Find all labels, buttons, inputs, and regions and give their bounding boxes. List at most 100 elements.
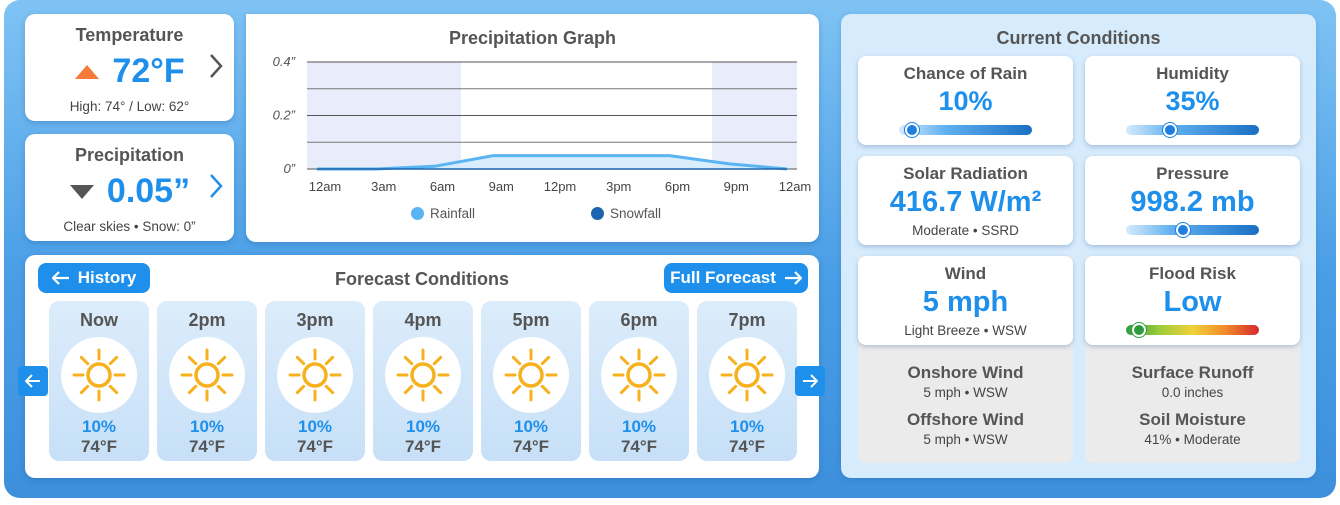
- x-tick-label: 12am: [309, 179, 342, 194]
- current-conditions-title: Current Conditions: [996, 28, 1161, 48]
- x-tick-label: 12am: [779, 179, 812, 194]
- humidity-label: Humidity: [1156, 64, 1229, 83]
- legend-snowfall: Snowfall: [591, 206, 661, 221]
- precipitation-card[interactable]: Precipitation 0.05” Clear skies • Snow: …: [25, 134, 234, 241]
- current-conditions-panel: Current Conditions Chance of Rain 10% Hu…: [841, 14, 1316, 478]
- temperature-value: 72°F: [112, 52, 185, 90]
- onshore-wind-label: Onshore Wind: [907, 363, 1024, 382]
- triangle-up-icon: [75, 64, 100, 79]
- forecast-tile[interactable]: Now 10% 74°F: [49, 301, 149, 461]
- forecast-temperature: 74°F: [296, 437, 334, 456]
- forecast-icon-bg: [601, 337, 677, 413]
- wind-sub: Light Breeze • WSW: [904, 323, 1027, 338]
- full-forecast-button[interactable]: Full Forecast: [664, 263, 808, 293]
- forecast-rain-chance: 10%: [513, 417, 549, 436]
- pressure-label: Pressure: [1156, 164, 1229, 183]
- temperature-row: 72°F: [25, 52, 234, 91]
- forecast-card: History Forecast Conditions Full Forecas…: [25, 255, 819, 478]
- x-tick-label: 12pm: [544, 179, 577, 194]
- solar-radiation-label: Solar Radiation: [903, 164, 1028, 183]
- forecast-tile[interactable]: 5pm 10% 74°F: [481, 301, 581, 461]
- scroll-right-button[interactable]: [795, 366, 825, 396]
- precipitation-row: 0.05”: [25, 172, 234, 211]
- flood-risk-bar: [1126, 323, 1259, 337]
- soil-moisture-value: 41% • Moderate: [1144, 432, 1241, 447]
- x-tick-label: 9pm: [724, 179, 749, 194]
- forecast-icon-bg: [277, 337, 353, 413]
- scroll-left-button[interactable]: [18, 366, 48, 396]
- pressure-slider: [1126, 223, 1259, 237]
- forecast-time: 6pm: [620, 310, 658, 330]
- x-tick-label: 6am: [430, 179, 455, 194]
- forecast-temperature: 74°F: [512, 437, 550, 456]
- forecast-rain-chance: 10%: [189, 417, 225, 436]
- chevron-right-icon[interactable]: [208, 172, 224, 207]
- chance-of-rain-value: 10%: [938, 86, 993, 116]
- flood-risk-value: Low: [1163, 286, 1222, 318]
- slider-knob: [1162, 123, 1177, 137]
- wind-card[interactable]: Wind 5 mph Light Breeze • WSW: [858, 256, 1073, 345]
- forecast-time: 5pm: [512, 310, 550, 330]
- forecast-temperature: 74°F: [404, 437, 442, 456]
- forecast-icon-bg: [493, 337, 569, 413]
- arrow-left-icon: [25, 374, 40, 388]
- sun-icon: [612, 348, 666, 402]
- triangle-down-icon: [69, 184, 94, 199]
- solar-radiation-value: 416.7 W/m²: [889, 186, 1042, 218]
- full-forecast-label: Full Forecast: [670, 268, 776, 287]
- chance-of-rain-card[interactable]: Chance of Rain 10%: [858, 56, 1073, 145]
- forecast-tile[interactable]: 4pm 10% 74°F: [373, 301, 473, 461]
- chance-of-rain-slider: [899, 123, 1032, 137]
- sun-icon: [288, 348, 342, 402]
- sun-icon: [720, 348, 774, 402]
- offshore-wind-label: Offshore Wind: [907, 410, 1024, 429]
- sun-icon: [180, 348, 234, 402]
- forecast-temperature: 74°F: [80, 437, 118, 456]
- legend-rainfall: Rainfall: [411, 206, 475, 221]
- solar-radiation-sub: Moderate • SSRD: [912, 223, 1019, 238]
- soil-moisture-label: Soil Moisture: [1139, 410, 1246, 429]
- arrow-right-icon: [784, 271, 802, 285]
- flood-risk-label: Flood Risk: [1149, 264, 1236, 283]
- precipitation-chart: 0.4” 0.2” 0” 12am 3am 6am 9am 12pm 3pm 6pm 9pm 12am: [273, 54, 812, 194]
- forecast-time: 2pm: [188, 310, 226, 330]
- x-tick-label: 3pm: [606, 179, 631, 194]
- forecast-rain-chance: 10%: [729, 417, 765, 436]
- forecast-tile[interactable]: 2pm 10% 74°F: [157, 301, 257, 461]
- pressure-card[interactable]: Pressure 998.2 mb: [1085, 156, 1300, 245]
- slider-knob: [905, 123, 920, 137]
- humidity-slider: [1126, 123, 1259, 137]
- forecast-tile[interactable]: 7pm 10% 74°F: [697, 301, 797, 461]
- forecast-icon-bg: [169, 337, 245, 413]
- forecast-temperature: 74°F: [728, 437, 766, 456]
- chevron-right-icon[interactable]: [208, 52, 224, 87]
- forecast-rain-chance: 10%: [297, 417, 333, 436]
- legend-rainfall-label: Rainfall: [430, 206, 476, 221]
- solar-radiation-card[interactable]: Solar Radiation 416.7 W/m² Moderate • SS…: [858, 156, 1073, 245]
- wind-value: 5 mph: [922, 286, 1009, 318]
- offshore-wind-value: 5 mph • WSW: [923, 432, 1008, 447]
- sun-icon: [504, 348, 558, 402]
- onshore-wind-value: 5 mph • WSW: [923, 385, 1008, 400]
- temperature-card[interactable]: Temperature 72°F High: 74° / Low: 62°: [25, 14, 234, 121]
- flood-risk-knob: [1132, 323, 1147, 337]
- forecast-tile[interactable]: 3pm 10% 74°F: [265, 301, 365, 461]
- precipitation-value: 0.05”: [106, 172, 191, 210]
- forecast-time: 4pm: [404, 310, 442, 330]
- temperature-title: Temperature: [75, 25, 184, 45]
- x-tick-label: 9am: [489, 179, 514, 194]
- y-tick-label: 0.2”: [273, 108, 296, 123]
- x-tick-label: 6pm: [665, 179, 690, 194]
- humidity-card[interactable]: Humidity 35%: [1085, 56, 1300, 145]
- wind-label: Wind: [944, 264, 987, 283]
- forecast-rain-chance: 10%: [81, 417, 117, 436]
- forecast-icon-bg: [709, 337, 785, 413]
- forecast-tile[interactable]: 6pm 10% 74°F: [589, 301, 689, 461]
- flood-risk-card[interactable]: Flood Risk Low: [1085, 256, 1300, 345]
- forecast-temperature: 74°F: [188, 437, 226, 456]
- slider-knob: [1176, 223, 1191, 237]
- legend-rainfall-swatch: [411, 207, 424, 220]
- surface-runoff-value: 0.0 inches: [1161, 385, 1224, 400]
- sun-icon: [396, 348, 450, 402]
- humidity-value: 35%: [1165, 86, 1220, 116]
